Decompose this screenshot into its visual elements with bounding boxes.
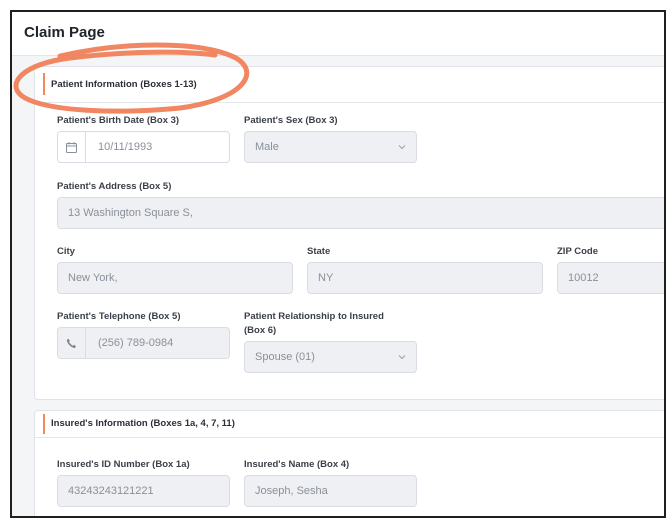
- patient-information-card: Patient Information (Boxes 1-13) Patient…: [34, 66, 664, 400]
- telephone-value: (256) 789-0984: [98, 337, 174, 349]
- relationship-label: Patient Relationship to Insured (Box 6): [244, 310, 384, 338]
- main-content[interactable]: Patient Information (Boxes 1-13) Patient…: [12, 56, 664, 516]
- patient-information-header[interactable]: Patient Information (Boxes 1-13): [35, 67, 664, 103]
- sex-label: Patient's Sex (Box 3): [244, 115, 338, 126]
- zip-value: 10012: [568, 272, 599, 284]
- telephone-field[interactable]: (256) 789-0984: [57, 327, 230, 359]
- insured-name-value: Joseph, Sesha: [255, 485, 328, 497]
- state-field[interactable]: NY: [307, 262, 543, 294]
- patient-information-title: Patient Information (Boxes 1-13): [51, 79, 197, 90]
- chevron-down-icon: [398, 145, 406, 150]
- insured-id-value: 43243243121221: [68, 485, 154, 497]
- city-field[interactable]: New York,: [57, 262, 293, 294]
- address-field[interactable]: 13 Washington Square S,: [57, 197, 664, 229]
- city-value: New York,: [68, 272, 118, 284]
- relationship-label-line2: (Box 6): [244, 325, 277, 336]
- address-value: 13 Washington Square S,: [68, 207, 193, 219]
- calendar-icon[interactable]: [58, 132, 86, 162]
- zip-field[interactable]: 10012: [557, 262, 664, 294]
- state-value: NY: [318, 272, 334, 284]
- relationship-value: Spouse (01): [255, 351, 315, 363]
- sex-select[interactable]: Male: [244, 131, 417, 163]
- relationship-select[interactable]: Spouse (01): [244, 341, 417, 373]
- insured-information-header[interactable]: Insured's Information (Boxes 1a, 4, 7, 1…: [35, 411, 664, 438]
- section-accent-bar: [43, 73, 45, 95]
- insured-name-field[interactable]: Joseph, Sesha: [244, 475, 417, 507]
- insured-id-label: Insured's ID Number (Box 1a): [57, 459, 190, 470]
- city-label: City: [57, 246, 75, 257]
- relationship-label-line1: Patient Relationship to Insured: [244, 311, 384, 322]
- app-window: Claim Page Patient Information (Boxes 1-…: [10, 10, 666, 518]
- birth-date-field[interactable]: 10/11/1993: [57, 131, 230, 163]
- insured-information-title: Insured's Information (Boxes 1a, 4, 7, 1…: [51, 418, 235, 429]
- telephone-label: Patient's Telephone (Box 5): [57, 311, 181, 322]
- address-label: Patient's Address (Box 5): [57, 181, 172, 192]
- birth-date-label: Patient's Birth Date (Box 3): [57, 115, 180, 126]
- section-accent-bar: [43, 414, 45, 434]
- zip-label: ZIP Code: [557, 246, 598, 257]
- chevron-down-icon: [398, 355, 406, 360]
- page-title: Claim Page: [24, 24, 105, 41]
- state-label: State: [307, 246, 331, 257]
- phone-icon: [58, 328, 86, 358]
- page-header: Claim Page: [12, 12, 664, 56]
- birth-date-value: 10/11/1993: [98, 141, 153, 153]
- insured-name-label: Insured's Name (Box 4): [244, 459, 350, 470]
- insured-id-field[interactable]: 43243243121221: [57, 475, 230, 507]
- insured-information-card: Insured's Information (Boxes 1a, 4, 7, 1…: [34, 410, 664, 516]
- sex-value: Male: [255, 141, 279, 153]
